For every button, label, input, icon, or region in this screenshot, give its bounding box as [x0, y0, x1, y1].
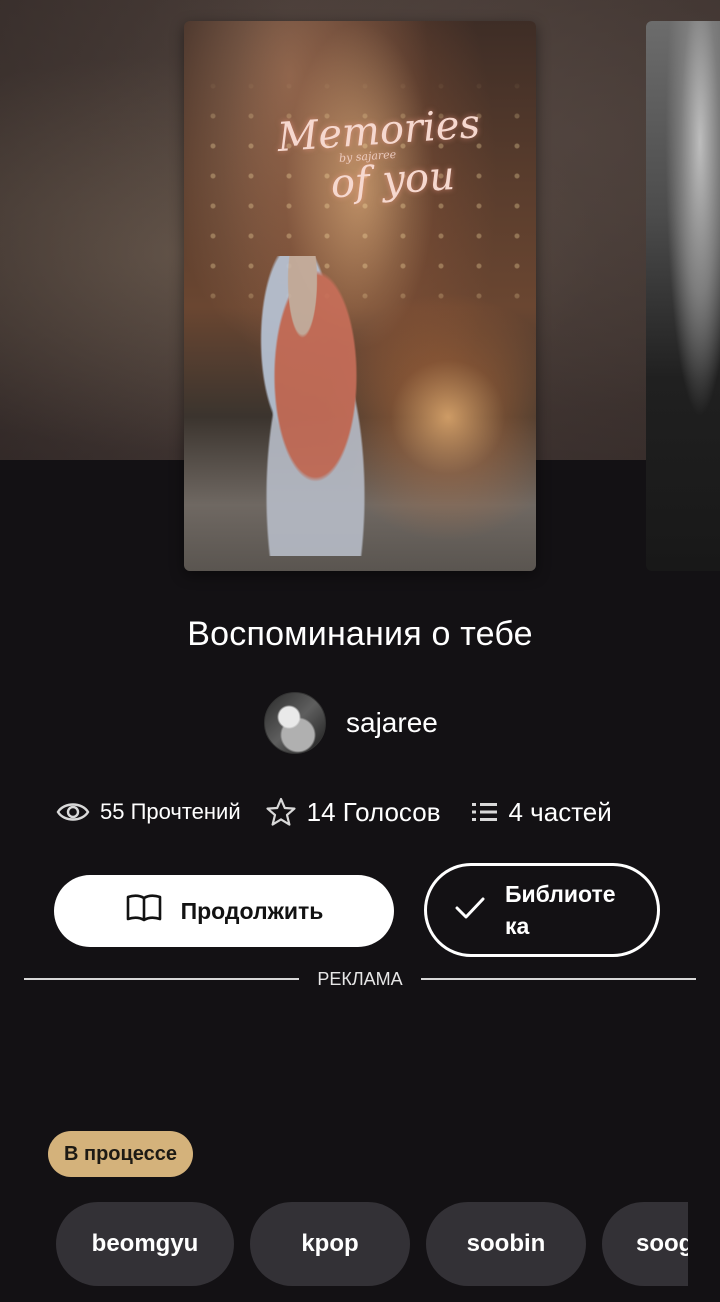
author-row[interactable]: sajaree [264, 692, 438, 754]
stat-votes: 14 Голосов [265, 796, 441, 828]
star-icon [265, 796, 297, 828]
stat-parts: 4 частей [471, 797, 612, 828]
stat-parts-label: 4 частей [508, 796, 612, 827]
library-button-label: Библиоте ка [505, 881, 616, 939]
continue-button-label: Продолжить [180, 897, 324, 924]
list-icon [471, 800, 499, 824]
next-book-cover[interactable] [646, 21, 720, 571]
stat-reads-label: 55 Прочтений [100, 799, 241, 824]
book-icon [125, 892, 163, 930]
stat-votes-label: 14 Голосов [306, 796, 441, 827]
author-name[interactable]: sajaree [346, 707, 438, 739]
ad-label: РЕКЛАМА [317, 968, 403, 989]
ad-divider: РЕКЛАМА [24, 965, 697, 993]
eye-icon [56, 800, 90, 824]
stats-row: 55 Прочтений 14 Голосов 4 частей [56, 790, 676, 834]
tag-chip[interactable]: beomgyu [56, 1202, 234, 1286]
tag-chip[interactable]: kpop [250, 1202, 410, 1286]
check-icon [455, 896, 485, 925]
cover-title: Memories by sajaree of you [276, 101, 484, 207]
cover-figures [244, 256, 374, 556]
continue-reading-button[interactable]: Продолжить [54, 875, 394, 947]
tag-chip[interactable]: soobin [426, 1202, 586, 1286]
tag-list: beomgyu kpop soobin soog [56, 1202, 688, 1286]
stat-reads: 55 Прочтений [56, 799, 241, 825]
tag-chip[interactable]: soog [602, 1202, 688, 1286]
book-title: Воспоминания о тебе [187, 615, 533, 653]
divider-line-left [24, 978, 300, 980]
book-cover[interactable]: Memories by sajaree of you [184, 21, 536, 571]
author-avatar[interactable] [264, 692, 326, 754]
library-button[interactable]: Библиоте ка [424, 863, 660, 957]
divider-line-right [420, 978, 697, 980]
status-badge: В процессе [48, 1131, 194, 1177]
